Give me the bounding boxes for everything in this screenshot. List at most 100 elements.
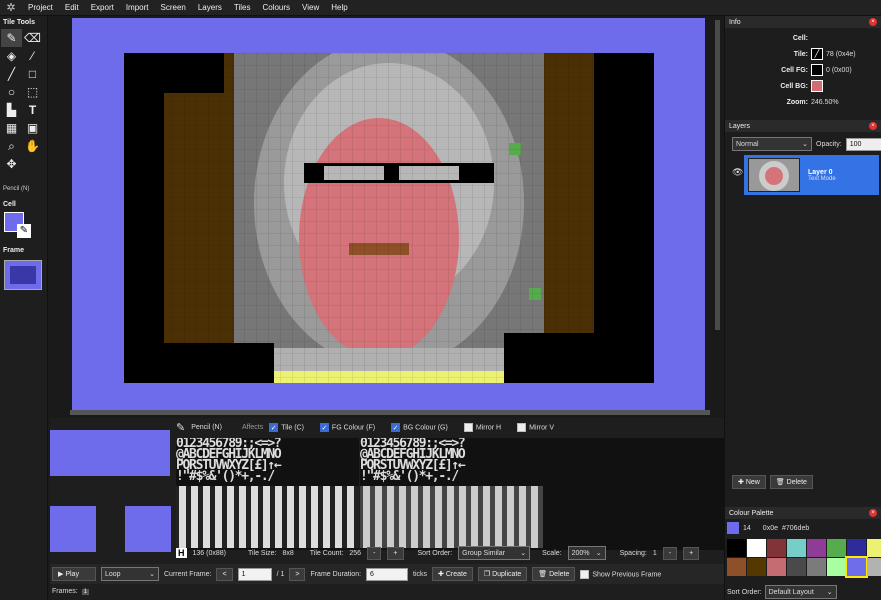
char-preview: H [176, 548, 187, 558]
tile-canvas[interactable] [124, 53, 654, 383]
eraser-icon[interactable]: ⌫ [22, 29, 43, 47]
cell-label: Cell [3, 201, 16, 208]
spacing-plus[interactable]: + [683, 546, 700, 560]
tile-set-left[interactable]: 0123456789:;<=>? @ABCDEFGHIJKLMNO PQRSTU… [176, 438, 359, 550]
mirror-h-checkbox[interactable]: Mirror H [463, 423, 501, 432]
palette-swatch[interactable] [747, 558, 766, 576]
select-icon[interactable]: ⬚ [22, 83, 43, 101]
info-zoom-value: 246.50% [811, 98, 839, 106]
layers-close-icon[interactable]: × [869, 122, 877, 130]
info-tile-value: 78 (0x4e) [826, 50, 856, 58]
tile-tools-panel: Tile Tools ✎ ⌫ ◈ ⁄ ╱ □ ○ ⬚ ▙ T ▦ ▣ ⌕ ✋ ✥… [0, 16, 48, 600]
scale-select[interactable]: 200% ⌄ [567, 546, 606, 560]
current-tool-label: Pencil (N) [3, 186, 30, 192]
frame-thumbnail[interactable] [4, 260, 42, 290]
move-icon[interactable]: ✥ [1, 155, 22, 173]
palette-swatch[interactable] [787, 539, 806, 557]
palette-swatch[interactable] [727, 539, 746, 557]
eyedropper-icon[interactable]: ⁄ [22, 47, 43, 65]
app-logo-icon: ✲ [6, 1, 16, 14]
palette-swatch[interactable] [807, 539, 826, 557]
palette-swatch[interactable] [787, 558, 806, 576]
text-icon[interactable]: T [22, 101, 43, 119]
next-frame-button[interactable]: > [289, 567, 306, 581]
zoom-icon[interactable]: ⌕ [1, 137, 22, 155]
palette-selected-hex: 0x0e [762, 524, 778, 532]
mirror-v-checkbox[interactable]: Mirror V [517, 423, 554, 432]
new-layer-button[interactable]: ✚ New [732, 475, 766, 489]
menu-layers[interactable]: Layers [192, 0, 228, 16]
palette-swatch[interactable] [827, 539, 846, 557]
spacing-label: Spacing: [619, 549, 647, 557]
pencil-icon[interactable]: ✎ [1, 29, 22, 47]
affects-tile-checkbox[interactable]: ✓ Tile (C) [269, 423, 304, 432]
canvas-vscrollbar[interactable] [715, 20, 720, 330]
stamp-icon[interactable]: ▙ [1, 101, 22, 119]
info-close-icon[interactable]: × [869, 18, 877, 26]
info-tile-label: Tile: [793, 50, 808, 58]
palette-swatch[interactable] [807, 558, 826, 576]
affects-label: Affects [241, 424, 264, 431]
circle-icon[interactable]: ○ [1, 83, 22, 101]
line-icon[interactable]: ╱ [1, 65, 22, 83]
menu-screen[interactable]: Screen [155, 0, 192, 16]
menu-import[interactable]: Import [120, 0, 155, 16]
palette-panel-title: Colour Palette × [725, 507, 881, 519]
palette-sort-select[interactable]: Default Layout ⌄ [764, 585, 837, 599]
blend-mode-select[interactable]: Normal ⌄ [732, 137, 812, 151]
delete-layer-button[interactable]: 🗑 Delete [769, 475, 813, 489]
current-frame-input[interactable]: 1 [237, 567, 272, 581]
spacing-value: 1 [652, 549, 657, 557]
layer-row-0[interactable]: Layer 0 Text Mode [744, 155, 879, 195]
palette-swatch[interactable] [767, 539, 786, 557]
menu-colours[interactable]: Colours [256, 0, 296, 16]
menu-project[interactable]: Project [22, 0, 59, 16]
frames-count[interactable]: 1 [81, 588, 90, 595]
frame-duration-input[interactable]: 6 [366, 567, 409, 581]
show-previous-frame-checkbox[interactable]: Show Previous Frame [580, 569, 661, 579]
palette-swatch[interactable] [767, 558, 786, 576]
palette-swatch[interactable] [747, 539, 766, 557]
fill-icon[interactable]: ◈ [1, 47, 22, 65]
tile-sort-select[interactable]: Group Similar ⌄ [458, 546, 531, 560]
delete-frame-button[interactable]: 🗑 Delete [532, 567, 576, 581]
grid-icon[interactable]: ▦ [1, 119, 22, 137]
tile-set-right[interactable]: 0123456789:;<=>? @ABCDEFGHIJKLMNO PQRSTU… [360, 438, 543, 550]
affects-fg-checkbox[interactable]: ✓ FG Colour (F) [319, 423, 375, 432]
play-button[interactable]: ▶ Play [52, 567, 96, 581]
rect-icon[interactable]: □ [22, 65, 43, 83]
loop-select[interactable]: Loop ⌄ [101, 567, 159, 581]
palette-swatch[interactable] [845, 556, 868, 578]
menu-tiles[interactable]: Tiles [228, 0, 257, 16]
palette-swatch[interactable] [867, 558, 881, 576]
layer-visibility-eye-icon[interactable]: 👁 [732, 167, 743, 178]
palette-selected-code: #706deb [781, 524, 810, 532]
tile-tools-title: Tile Tools [3, 19, 36, 26]
create-frame-button[interactable]: ✚ Create [432, 567, 473, 581]
palette-grid[interactable] [727, 539, 881, 578]
palette-swatch[interactable] [867, 539, 881, 557]
tile-count-minus[interactable]: - [367, 546, 382, 560]
spacing-minus[interactable]: - [662, 546, 678, 560]
menu-help[interactable]: Help [325, 0, 353, 16]
opacity-input[interactable]: 100 [845, 137, 881, 151]
block-icon[interactable]: ▣ [22, 119, 43, 137]
palette-swatch[interactable] [847, 539, 866, 557]
canvas-hscrollbar[interactable] [70, 410, 710, 415]
palette-swatch[interactable] [827, 558, 846, 576]
layer-thumbnail [748, 158, 800, 192]
affects-bg-checkbox[interactable]: ✓ BG Colour (G) [391, 423, 448, 432]
menu-export[interactable]: Export [85, 0, 120, 16]
tile-size-label: Tile Size: [247, 549, 277, 557]
hand-icon[interactable]: ✋ [22, 137, 43, 155]
tile-set-empty [543, 438, 724, 550]
cell-bg-swatch-icon[interactable]: ✎ [17, 224, 31, 238]
menu-view[interactable]: View [296, 0, 325, 16]
palette-swatch[interactable] [727, 558, 746, 576]
frames-label: Frames: [52, 588, 78, 595]
menu-edit[interactable]: Edit [59, 0, 85, 16]
duplicate-frame-button[interactable]: ❐ Duplicate [477, 567, 528, 581]
prev-frame-button[interactable]: < [216, 567, 233, 581]
palette-close-icon[interactable]: × [869, 509, 877, 517]
tile-count-plus[interactable]: + [387, 546, 404, 560]
